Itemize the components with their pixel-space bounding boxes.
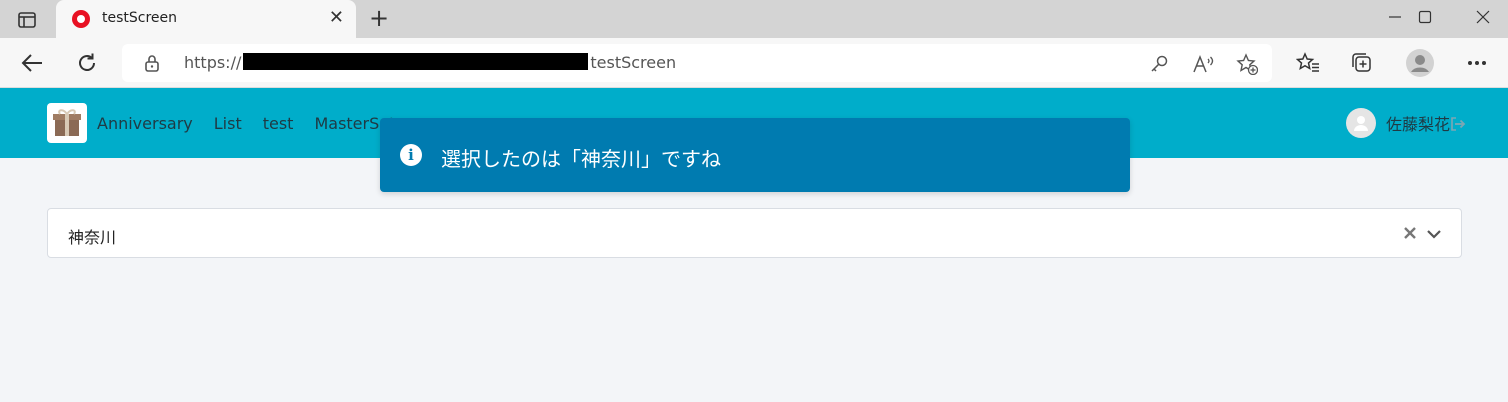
url-suffix: testScreen [590,53,677,72]
nav-test[interactable]: test [263,114,294,133]
clear-icon[interactable] [1399,222,1421,244]
more-options-icon[interactable] [1463,49,1491,77]
info-icon: i [400,144,422,166]
reload-icon[interactable] [73,49,101,77]
toast-message: 選択したのは「神奈川」ですね [441,147,721,171]
user-avatar-icon[interactable] [1345,108,1376,138]
read-aloud-icon[interactable] [1192,53,1214,75]
minimize-icon[interactable] [1380,4,1410,30]
opera-favicon-icon [72,10,90,28]
browser-tab[interactable]: testScreen ✕ [56,0,356,38]
url-prefix: https:// [184,53,242,72]
address-bar[interactable]: https:// testScreen [122,44,1272,82]
close-window-icon[interactable] [1468,4,1498,30]
collections-icon[interactable] [1348,49,1376,77]
gift-logo-icon[interactable] [47,103,87,143]
nav-list[interactable]: List [214,114,242,133]
select-value: 神奈川 [68,228,117,247]
tab-title: testScreen [102,10,178,26]
prefecture-select[interactable]: 神奈川 [47,208,1462,258]
nav-anniversary[interactable]: Anniversary [97,114,193,133]
profile-avatar-icon[interactable] [1406,49,1434,77]
add-favorite-icon[interactable] [1236,53,1258,75]
lock-icon[interactable] [144,54,160,76]
chevron-down-icon[interactable] [1423,223,1445,245]
logout-icon[interactable] [1450,116,1466,135]
redacted-url [243,53,589,70]
favorites-icon[interactable] [1294,49,1322,77]
close-tab-icon[interactable]: ✕ [329,9,344,27]
browser-titlebar: testScreen ✕ + [0,0,1508,38]
browser-toolbar: https:// testScreen [0,38,1508,88]
back-arrow-icon[interactable] [18,49,46,77]
info-toast[interactable]: i 選択したのは「神奈川」ですね [380,118,1130,192]
user-name[interactable]: 佐藤梨花 [1386,111,1450,135]
maximize-icon[interactable] [1410,4,1440,30]
key-icon[interactable] [1148,53,1170,75]
tab-actions-icon[interactable] [8,6,46,34]
url-text: https:// testScreen [184,53,676,72]
new-tab-icon[interactable]: + [366,6,392,32]
